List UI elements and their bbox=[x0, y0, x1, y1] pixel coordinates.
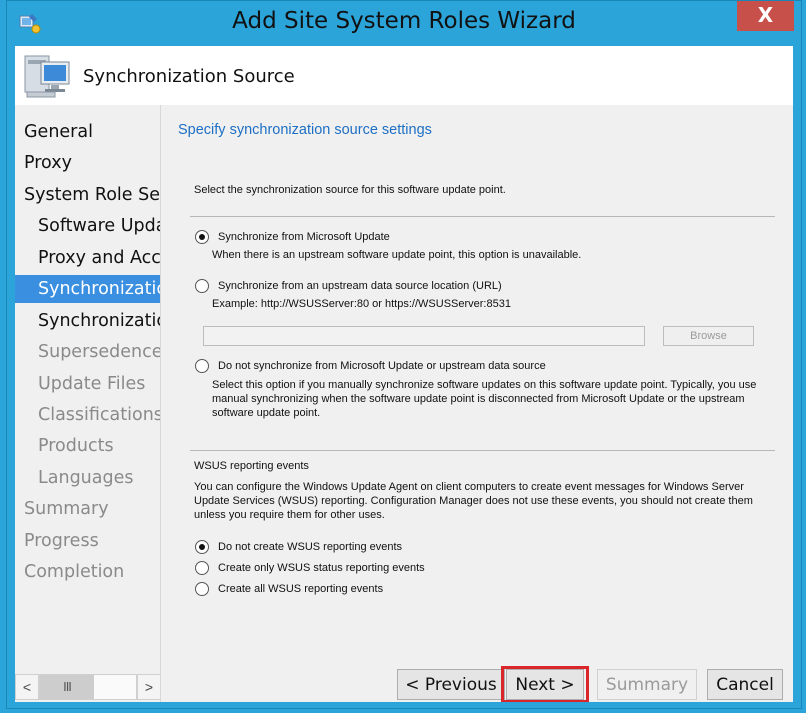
nav-item-system-role-selection[interactable]: System Role Sel bbox=[15, 181, 160, 209]
nav-item-general[interactable]: General bbox=[15, 118, 160, 146]
title-bar[interactable]: Add Site System Roles Wizard X bbox=[7, 1, 801, 46]
nav-item-classifications: Classifications bbox=[38, 405, 160, 425]
wsus-heading: WSUS reporting events bbox=[194, 460, 309, 472]
scroll-right-button[interactable]: > bbox=[137, 674, 160, 700]
page-header: Synchronization Source bbox=[15, 46, 793, 105]
wizard-content: Specify synchronization source settings … bbox=[160, 105, 793, 702]
radio-sync-upstream-url[interactable] bbox=[195, 279, 209, 293]
nav-item-synchronization-source[interactable]: Synchronizatic bbox=[15, 275, 160, 303]
section-title: Specify synchronization source settings bbox=[178, 122, 432, 138]
nav-item-proxy[interactable]: Proxy bbox=[15, 149, 160, 177]
radio-wsus-status-only[interactable] bbox=[195, 561, 209, 575]
radio-wsus-all[interactable] bbox=[195, 582, 209, 596]
divider bbox=[190, 450, 775, 451]
button-bar: < Previous Next > Summary Cancel bbox=[161, 650, 793, 702]
summary-button: Summary bbox=[597, 669, 697, 700]
option-sync-microsoft-update-label[interactable]: Synchronize from Microsoft Update bbox=[218, 231, 390, 243]
next-button-highlight bbox=[501, 666, 589, 702]
nav-item-software-update-point[interactable]: Software Upda bbox=[15, 212, 160, 240]
option-do-not-sync-label[interactable]: Do not synchronize from Microsoft Update… bbox=[218, 360, 546, 372]
scroll-left-button[interactable]: < bbox=[15, 674, 39, 700]
window-title: Add Site System Roles Wizard bbox=[232, 8, 576, 34]
upstream-url-input[interactable] bbox=[203, 326, 645, 346]
radio-sync-microsoft-update[interactable] bbox=[195, 230, 209, 244]
option-sync-upstream-url-note: Example: http://WSUSServer:80 or https:/… bbox=[212, 298, 511, 310]
nav-item-completion: Completion bbox=[24, 562, 125, 582]
page-title: Synchronization Source bbox=[83, 66, 295, 87]
browse-button[interactable]: Browse bbox=[663, 326, 754, 346]
intro-text: Select the synchronization source for th… bbox=[194, 184, 506, 196]
nav-item-summary: Summary bbox=[24, 499, 109, 519]
computer-icon bbox=[24, 55, 70, 98]
option-sync-microsoft-update-note: When there is an upstream software updat… bbox=[212, 249, 582, 261]
previous-button[interactable]: < Previous bbox=[397, 669, 505, 700]
nav-item-progress: Progress bbox=[24, 531, 99, 551]
radio-wsus-none[interactable] bbox=[195, 540, 209, 554]
wsus-description: You can configure the Windows Update Age… bbox=[194, 481, 753, 521]
nav-item-supersedence: Supersedence bbox=[38, 342, 160, 362]
nav-item-products: Products bbox=[38, 436, 114, 456]
wizard-window: Add Site System Roles Wizard X Synchroni… bbox=[6, 0, 802, 709]
wizard-body: General Proxy System Role Sel Software U… bbox=[15, 105, 793, 702]
nav-item-update-files: Update Files bbox=[38, 374, 146, 394]
wsus-option-none-label[interactable]: Do not create WSUS reporting events bbox=[218, 541, 402, 553]
nav-item-proxy-and-account[interactable]: Proxy and Acc bbox=[15, 244, 160, 272]
option-sync-upstream-url-label[interactable]: Synchronize from an upstream data source… bbox=[218, 280, 502, 292]
divider bbox=[190, 216, 775, 217]
cancel-button[interactable]: Cancel bbox=[707, 669, 783, 700]
nav-horizontal-scrollbar[interactable]: < III > bbox=[15, 671, 160, 702]
scroll-track[interactable]: III bbox=[39, 674, 137, 700]
nav-item-languages: Languages bbox=[38, 468, 134, 488]
nav-item-synchronization-schedule[interactable]: Synchronizatic bbox=[15, 307, 160, 335]
wsus-option-all-label[interactable]: Create all WSUS reporting events bbox=[218, 583, 383, 595]
scroll-thumb[interactable]: III bbox=[40, 675, 94, 699]
wsus-option-status-only-label[interactable]: Create only WSUS status reporting events bbox=[218, 562, 425, 574]
wizard-nav: General Proxy System Role Sel Software U… bbox=[15, 105, 160, 702]
option-do-not-sync-note: Select this option if you manually synch… bbox=[212, 379, 757, 419]
radio-do-not-sync[interactable] bbox=[195, 359, 209, 373]
close-button[interactable]: X bbox=[737, 1, 794, 31]
